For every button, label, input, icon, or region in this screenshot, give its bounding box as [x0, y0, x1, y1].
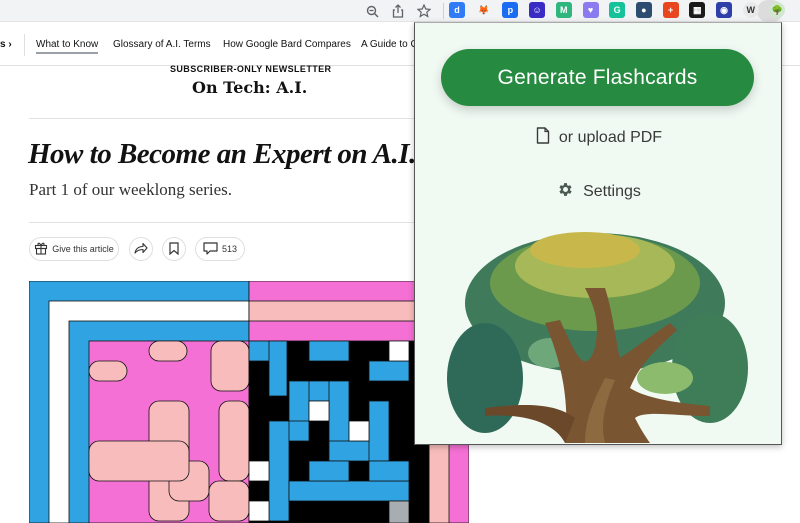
maze-path — [368, 400, 390, 462]
subnav-item-google-bard[interactable]: How Google Bard Compares — [223, 39, 351, 50]
upload-pdf-link[interactable]: or upload PDF — [415, 127, 781, 149]
tree-flashcards-extension-icon[interactable]: 🌳 — [769, 2, 786, 18]
maze-blob — [218, 400, 250, 482]
subnav-item-guide[interactable]: A Guide to G — [361, 39, 418, 50]
comment-count: 513 — [221, 244, 238, 254]
share-icon[interactable] — [389, 2, 407, 20]
share-button[interactable] — [129, 237, 153, 261]
newsletter-title[interactable]: On Tech: A.I. — [192, 78, 307, 97]
give-article-button[interactable]: Give this article — [29, 237, 119, 261]
subnav-item-glossary[interactable]: Glossary of A.I. Terms — [113, 39, 211, 50]
browser-toolbar: d 🦊 p ☺ M ♥ G ● + ▦ ◉ W 🌳 ✱ — [0, 0, 800, 22]
maze-path — [308, 460, 350, 482]
maze-blob — [148, 340, 188, 362]
document-icon — [536, 127, 550, 149]
grid-extension-icon[interactable]: ▦ — [689, 2, 706, 18]
maze-path — [368, 460, 410, 482]
gift-icon — [34, 241, 48, 257]
maze-white-cell — [308, 400, 330, 422]
share-arrow-icon — [134, 242, 148, 256]
maze-path — [268, 420, 290, 522]
maze-path — [308, 340, 350, 362]
bookmark-icon — [169, 241, 179, 257]
w-extension-icon[interactable]: W — [742, 2, 759, 18]
dots-extension-icon[interactable]: ● — [635, 2, 652, 18]
maze-blob — [210, 340, 250, 392]
tree-illustration — [447, 232, 748, 443]
settings-link[interactable]: Settings — [415, 181, 781, 203]
gear-icon — [557, 181, 574, 203]
generate-flashcards-button[interactable]: Generate Flashcards — [441, 49, 754, 106]
maze-blob — [208, 480, 250, 522]
colorful-extension-icon[interactable]: ◉ — [716, 2, 732, 18]
zoom-out-icon[interactable] — [363, 2, 381, 20]
comments-button[interactable]: 513 — [195, 237, 245, 261]
bookmark-star-icon[interactable] — [415, 2, 433, 20]
maze-white-cell — [248, 500, 270, 522]
d-extension-icon[interactable]: d — [449, 2, 465, 18]
divider — [29, 118, 419, 119]
save-button[interactable] — [162, 237, 186, 261]
maze-white-cell — [388, 340, 410, 362]
article-summary: Part 1 of our weeklong series. — [29, 180, 233, 199]
maze-path — [288, 480, 410, 502]
maze-gray-cell — [388, 500, 410, 523]
puzzle-extensions-icon[interactable]: ✱ — [796, 2, 800, 18]
subnav-divider — [24, 34, 25, 56]
maze-illustration — [29, 281, 469, 523]
p-extension-icon[interactable]: p — [502, 2, 519, 18]
metamask-fox-icon[interactable]: 🦊 — [475, 2, 492, 18]
ghost-face-extension-icon[interactable]: ☺ — [529, 2, 546, 18]
maze-blob — [88, 440, 190, 482]
upload-pdf-label: or upload PDF — [558, 129, 663, 146]
give-article-label: Give this article — [52, 244, 114, 254]
divider — [29, 222, 419, 223]
maze-white-cell — [248, 460, 270, 482]
newsletter-kicker: SUBSCRIBER-ONLY NEWSLETTER — [170, 64, 332, 74]
flashcards-extension-popup: Generate Flashcards or upload PDF Settin… — [414, 22, 782, 445]
grammarly-extension-icon[interactable]: G — [609, 2, 626, 18]
maze-white-cell — [348, 420, 370, 442]
article-headline: How to Become an Expert on A.I. — [28, 138, 416, 170]
settings-label: Settings — [583, 183, 641, 200]
purple-heart-extension-icon[interactable]: ♥ — [582, 2, 599, 18]
subnav-back-link[interactable]: s › — [0, 39, 12, 50]
subnav-item-what-to-know[interactable]: What to Know — [36, 39, 99, 54]
maze-path — [268, 340, 288, 397]
m-extension-icon[interactable]: M — [555, 2, 572, 18]
maze-blob — [88, 360, 128, 382]
maze-path — [368, 360, 410, 382]
comment-icon — [203, 241, 218, 257]
toolbar-separator — [443, 3, 444, 19]
plus-extension-icon[interactable]: + — [662, 2, 679, 18]
